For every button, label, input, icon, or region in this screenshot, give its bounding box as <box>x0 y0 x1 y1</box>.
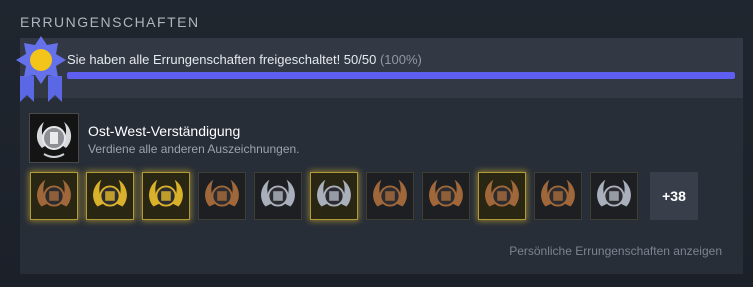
view-personal-achievements-link[interactable]: Persönliche Errungenschaften anzeigen <box>509 244 722 258</box>
bronze-laurel-bag-icon[interactable] <box>366 172 414 220</box>
progress-block: Sie haben alle Errungenschaften freigesc… <box>16 36 743 102</box>
bronze-laurel-helmet-icon[interactable] <box>30 172 78 220</box>
gold-laurel-crown-icon[interactable] <box>142 172 190 220</box>
progress-text: Sie haben alle Errungenschaften freigesc… <box>67 52 422 67</box>
gold-laurel-crown-icon[interactable] <box>86 172 134 220</box>
section-title: ERRUNGENSCHAFTEN <box>20 14 200 30</box>
featured-achievement-description: Verdiene alle anderen Auszeichnungen. <box>88 142 300 156</box>
bronze-laurel-scroll-icon[interactable] <box>198 172 246 220</box>
more-achievements-button[interactable]: +38 <box>650 172 698 220</box>
silver-laurel-crown-icon[interactable] <box>254 172 302 220</box>
bronze-laurel-book-icon[interactable] <box>534 172 582 220</box>
progress-fill <box>67 72 735 79</box>
progress-bar <box>67 72 735 79</box>
featured-achievement-name: Ost-West-Verständigung <box>88 123 241 139</box>
bronze-laurel-crown-icon[interactable] <box>422 172 470 220</box>
bronze-laurel-flower-icon[interactable] <box>478 172 526 220</box>
featured-achievement-icon[interactable] <box>30 114 78 162</box>
progress-percent: (100%) <box>379 52 422 67</box>
silver-laurel-castle-icon[interactable] <box>310 172 358 220</box>
achievements-panel: Sie haben alle Errungenschaften freigesc… <box>16 36 743 274</box>
silver-laurel-shield-icon[interactable] <box>590 172 638 220</box>
progress-label: Sie haben alle Errungenschaften freigesc… <box>67 52 377 67</box>
medal-badge-icon <box>12 32 70 106</box>
